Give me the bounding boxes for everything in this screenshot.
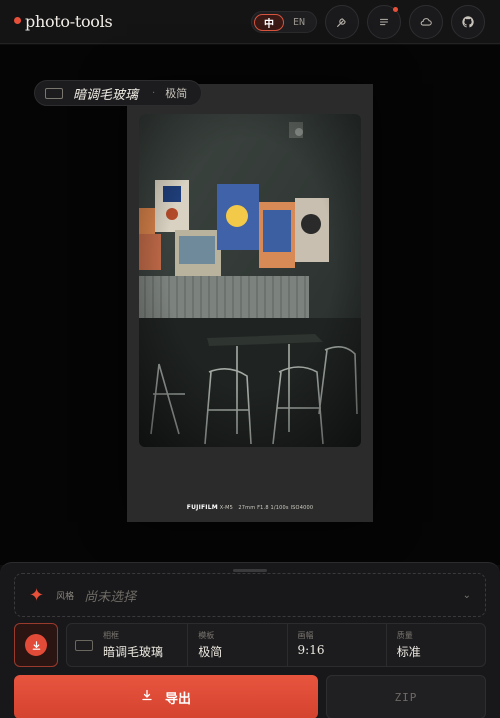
preset-name: 暗调毛玻璃 bbox=[73, 87, 139, 103]
quality-cell[interactable]: 质量 标准 bbox=[385, 624, 485, 666]
frame-swatch-icon bbox=[45, 87, 63, 99]
cell-key: 模板 bbox=[198, 631, 215, 640]
cell-key: 相框 bbox=[103, 631, 119, 640]
template-cell[interactable]: 模板 极简 bbox=[187, 624, 286, 666]
tools-button[interactable] bbox=[325, 5, 359, 39]
frame-cell[interactable]: 相框 暗调毛玻璃 bbox=[67, 624, 187, 666]
changelog-button[interactable] bbox=[367, 5, 401, 39]
photo-image bbox=[139, 114, 361, 447]
tool-icon bbox=[337, 18, 346, 27]
top-bar: photo-tools 中 EN bbox=[0, 0, 500, 44]
chevron-down-icon: ⌄ bbox=[462, 589, 471, 601]
frame-swatch-icon bbox=[75, 639, 93, 651]
sparkle-icon: ✦ bbox=[29, 584, 45, 606]
style-value: 尚未选择 bbox=[84, 589, 137, 605]
cloud-button[interactable] bbox=[409, 5, 443, 39]
github-button[interactable] bbox=[451, 5, 485, 39]
summary-cells: 相框 暗调毛玻璃 模板 极简 画幅 9:16 质量 标准 bbox=[66, 623, 486, 667]
lang-option-zh[interactable]: 中 bbox=[254, 13, 284, 31]
preset-style: 极简 bbox=[165, 87, 188, 100]
list-icon bbox=[379, 18, 389, 26]
exif-model: X-M5 bbox=[219, 505, 234, 511]
preset-badge[interactable]: 暗调毛玻璃 · 极简 bbox=[34, 80, 203, 106]
settings-panel: ✦ 风格 尚未选择 ⌄ 相框 暗调毛玻璃 模板 极简 画幅 9:16 质量 标准… bbox=[0, 562, 500, 718]
zip-button[interactable]: ZIP bbox=[326, 675, 486, 718]
summary-row: 相框 暗调毛玻璃 模板 极简 画幅 9:16 质量 标准 bbox=[14, 623, 486, 667]
action-row: 导出 ZIP bbox=[14, 675, 486, 718]
cell-value: 极简 bbox=[198, 645, 223, 659]
exif-params: 27mm F1.8 1/100s ISO4000 bbox=[238, 505, 314, 511]
language-switch[interactable]: 中 EN bbox=[251, 11, 317, 33]
notification-dot-icon bbox=[393, 7, 398, 12]
exif-caption: FUJIFILM X-M5 27mm F1.8 1/100s ISO4000 bbox=[127, 504, 373, 511]
cell-key: 质量 bbox=[396, 631, 413, 640]
logo-text: photo-tools bbox=[25, 12, 113, 31]
drag-handle[interactable] bbox=[233, 569, 267, 572]
style-label: 风格 bbox=[56, 591, 75, 602]
exif-brand: FUJIFILM bbox=[186, 504, 218, 511]
logo-dot-icon bbox=[14, 16, 21, 24]
github-icon bbox=[462, 16, 474, 28]
cell-value: 9:16 bbox=[297, 643, 325, 657]
cell-value: 暗调毛玻璃 bbox=[103, 645, 164, 659]
export-label: 导出 bbox=[164, 691, 191, 707]
preset-separator: · bbox=[152, 87, 156, 99]
cell-key: 画幅 bbox=[297, 631, 314, 640]
aspect-cell[interactable]: 画幅 9:16 bbox=[286, 624, 386, 666]
download-icon bbox=[141, 689, 153, 705]
export-button[interactable]: 导出 bbox=[14, 675, 318, 718]
framed-photo-preview[interactable]: FUJIFILM X-M5 27mm F1.8 1/100s ISO4000 bbox=[127, 84, 373, 522]
cloud-icon bbox=[420, 18, 432, 26]
style-selector[interactable]: ✦ 风格 尚未选择 ⌄ bbox=[14, 573, 486, 617]
cell-value: 标准 bbox=[396, 645, 421, 659]
quick-download-button[interactable] bbox=[14, 623, 58, 667]
download-icon bbox=[25, 634, 47, 656]
app-logo[interactable]: photo-tools bbox=[14, 12, 113, 31]
lang-option-en[interactable]: EN bbox=[284, 14, 314, 31]
